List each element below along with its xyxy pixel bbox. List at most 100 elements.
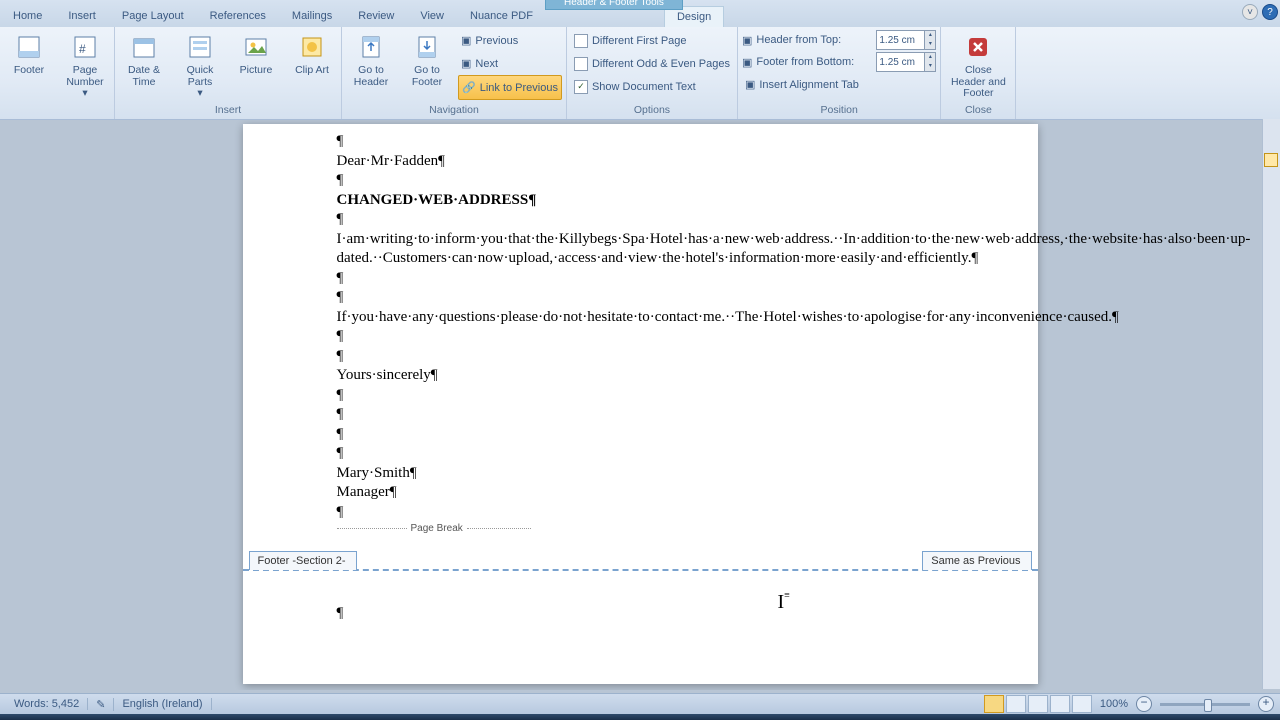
alignment-tab-icon: ▣ [745, 78, 755, 91]
tab-nuance-pdf[interactable]: Nuance PDF [457, 5, 546, 27]
body-text: If·you·have·any·questions·please·do·not·… [337, 308, 944, 328]
arrow-up-icon: ▣ [461, 34, 471, 47]
picture-button[interactable]: Picture [231, 29, 281, 79]
group-label: Position [820, 104, 857, 117]
goto-footer-button[interactable]: Go to Footer [402, 29, 452, 90]
body-text: Manager¶ [337, 483, 944, 503]
vertical-scrollbar[interactable] [1262, 119, 1280, 689]
group-close: Close Header and Footer Close [941, 27, 1016, 119]
footer-bottom-label: Footer from Bottom: [756, 56, 872, 68]
close-header-footer-button[interactable]: Close Header and Footer [945, 29, 1011, 102]
body-text: Dear·Mr·Fadden¶ [337, 152, 944, 172]
proofing-icon[interactable]: ✎ [88, 698, 114, 711]
zoom-out-button[interactable]: − [1136, 696, 1152, 712]
clip-art-button[interactable]: Clip Art [287, 29, 337, 79]
body-text: ¶ [337, 288, 944, 308]
group-position: ▣ Header from Top: 1.25 cm▴▾ ▣ Footer fr… [738, 27, 941, 119]
tab-page-layout[interactable]: Page Layout [109, 5, 197, 27]
header-top-label: Header from Top: [756, 34, 872, 46]
page-number-button[interactable]: # Page Number▾ [60, 29, 110, 102]
arrow-down-icon: ▣ [461, 57, 471, 70]
text-cursor-icon: I≡ [778, 589, 790, 615]
windows-taskbar[interactable] [0, 714, 1280, 720]
group-label: Navigation [429, 104, 479, 117]
tab-references[interactable]: References [197, 5, 279, 27]
group-navigation: Go to Header Go to Footer ▣Previous ▣Nex… [342, 27, 567, 119]
clip-art-icon [296, 31, 328, 63]
footer-section-label: Footer -Section 2- [249, 551, 357, 570]
goto-header-button[interactable]: Go to Header [346, 29, 396, 90]
different-odd-even-checkbox[interactable]: Different Odd & Even Pages [571, 52, 733, 75]
draft-view-button[interactable] [1072, 695, 1092, 713]
group-label: Options [634, 104, 670, 117]
body-text: I·am·writing·to·inform·you·that·the·Kill… [337, 230, 944, 269]
different-first-page-checkbox[interactable]: Different First Page [571, 29, 733, 52]
show-document-text-checkbox[interactable]: ✓Show Document Text [571, 75, 733, 98]
ribbon-tabbar: Home Insert Page Layout References Maili… [0, 0, 1280, 27]
web-layout-view-button[interactable] [1028, 695, 1048, 713]
zoom-level[interactable]: 100% [1100, 698, 1128, 710]
split-box-icon[interactable] [1264, 153, 1278, 167]
insert-alignment-tab-button[interactable]: ▣Insert Alignment Tab [742, 73, 936, 96]
print-layout-view-button[interactable] [984, 695, 1004, 713]
body-text: ¶ [337, 210, 944, 230]
body-text: ¶ [337, 444, 944, 464]
help-icon[interactable]: ? [1262, 4, 1278, 20]
body-text: ¶ [337, 503, 944, 523]
header-top-spinner[interactable]: 1.25 cm▴▾ [876, 30, 936, 50]
header-top-icon: ▣ [742, 34, 752, 47]
body-text: Mary·Smith¶ [337, 464, 944, 484]
link-to-previous-button[interactable]: 🔗Link to Previous [458, 75, 562, 100]
next-button[interactable]: ▣Next [458, 52, 562, 75]
tab-insert[interactable]: Insert [55, 5, 109, 27]
body-text: ¶ [337, 386, 944, 406]
body-text: ¶ [337, 405, 944, 425]
date-time-button[interactable]: Date & Time [119, 29, 169, 90]
footer-button[interactable]: Footer [4, 29, 54, 79]
body-text: ¶ [337, 132, 944, 152]
group-options: Different First Page Different Odd & Eve… [567, 27, 738, 119]
body-text: ¶ [337, 425, 944, 445]
checkbox-icon [574, 34, 588, 48]
zoom-slider[interactable] [1160, 703, 1250, 706]
word-count[interactable]: Words: 5,452 [6, 698, 88, 710]
language-status[interactable]: English (Ireland) [114, 698, 211, 710]
close-icon [962, 31, 994, 63]
outline-view-button[interactable] [1050, 695, 1070, 713]
group-label: Close [965, 104, 992, 117]
status-bar: Words: 5,452 ✎ English (Ireland) 100% − … [0, 693, 1280, 714]
checkbox-icon [574, 57, 588, 71]
link-icon: 🔗 [462, 81, 476, 94]
goto-header-icon [355, 31, 387, 63]
picture-icon [240, 31, 272, 63]
zoom-in-button[interactable]: + [1258, 696, 1274, 712]
body-text: ¶ [337, 171, 944, 191]
tab-view[interactable]: View [407, 5, 457, 27]
footer-region-boundary: Footer -Section 2- Same as Previous [243, 569, 1038, 571]
previous-button[interactable]: ▣Previous [458, 29, 562, 52]
quick-parts-button[interactable]: Quick Parts▾ [175, 29, 225, 102]
tab-home[interactable]: Home [0, 5, 55, 27]
quick-parts-icon [184, 31, 216, 63]
contextual-tab-group: Header & Footer Tools [545, 0, 683, 10]
tab-mailings[interactable]: Mailings [279, 5, 345, 27]
body-text: Yours·sincerely¶ [337, 366, 944, 386]
body-text: ¶ [337, 347, 944, 367]
footer-bottom-icon: ▣ [742, 56, 752, 69]
footer-icon [13, 31, 45, 63]
body-heading: CHANGED·WEB·ADDRESS¶ [337, 191, 944, 211]
same-as-previous-label: Same as Previous [922, 551, 1031, 570]
footer-bottom-spinner[interactable]: 1.25 cm▴▾ [876, 52, 936, 72]
tab-review[interactable]: Review [345, 5, 407, 27]
full-screen-view-button[interactable] [1006, 695, 1026, 713]
date-time-icon [128, 31, 160, 63]
footer-text[interactable]: ¶ [337, 604, 344, 624]
document-page[interactable]: ¶ Dear·Mr·Fadden¶ ¶ CHANGED·WEB·ADDRESS¶… [243, 124, 1038, 684]
minimize-ribbon-icon[interactable]: ˅ [1242, 4, 1258, 20]
goto-footer-icon [411, 31, 443, 63]
body-text: ¶ [337, 327, 944, 347]
checkbox-checked-icon: ✓ [574, 80, 588, 94]
ribbon: Footer # Page Number▾ Header & Footer Da… [0, 27, 1280, 120]
page-number-icon: # [69, 31, 101, 63]
group-insert: Date & Time Quick Parts▾ Picture Clip Ar… [115, 27, 342, 119]
